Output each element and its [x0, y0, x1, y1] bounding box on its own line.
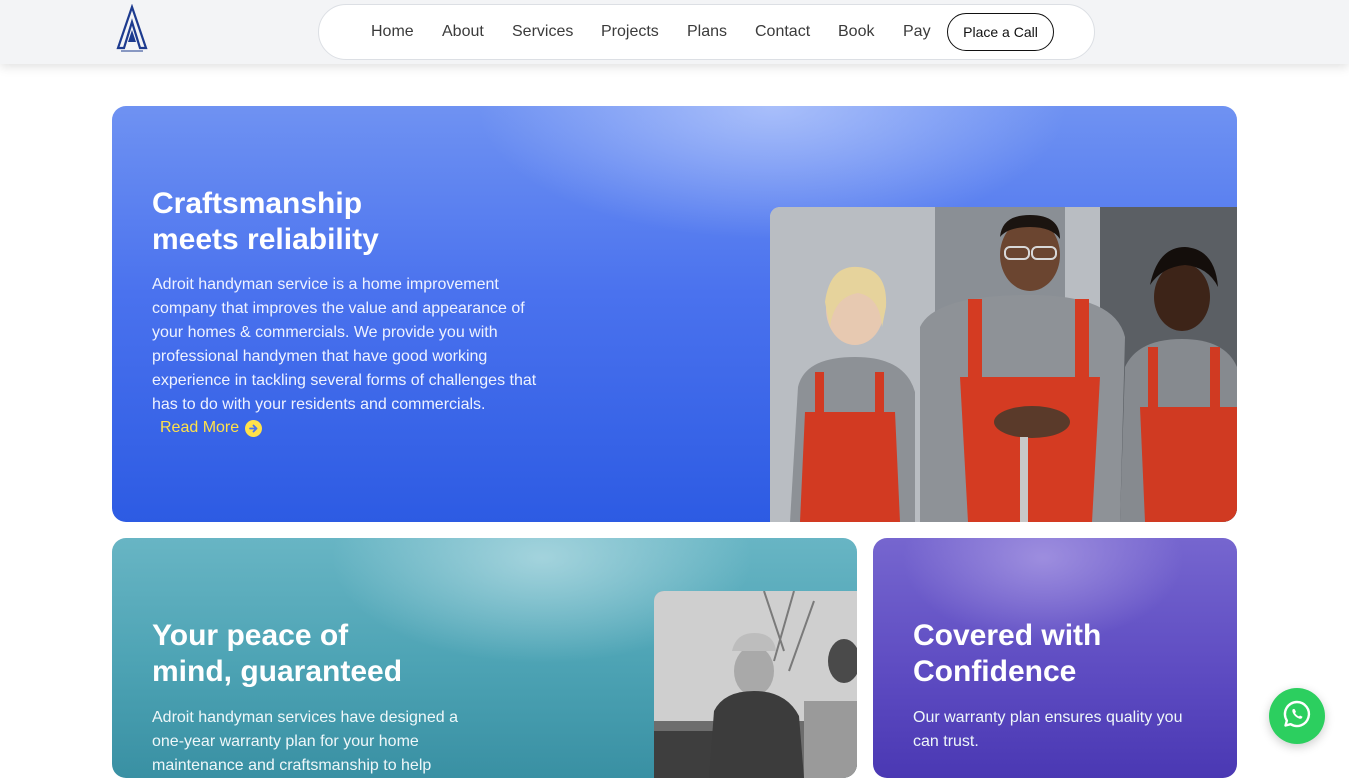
nav-services[interactable]: Services: [512, 23, 573, 41]
nav-pay[interactable]: Pay: [903, 23, 931, 41]
handymen-team-photo: [770, 207, 1237, 522]
nav-contact[interactable]: Contact: [755, 23, 810, 41]
warranty-title-line1: Your peace of: [152, 619, 349, 652]
nav-home[interactable]: Home: [371, 23, 414, 41]
covered-title-line1: Covered with: [913, 619, 1102, 652]
nav-about[interactable]: About: [442, 23, 484, 41]
hero-title-line1: Craftsmanship: [152, 187, 363, 220]
warranty-card: Your peace of mind, guaranteed Adroit ha…: [112, 538, 857, 778]
read-more-link[interactable]: Read More: [160, 419, 263, 437]
covered-title: Covered with Confidence: [913, 618, 1213, 690]
worker-photo: [654, 591, 857, 778]
hero-title-line2: meets reliability: [152, 223, 379, 256]
read-more-label: Read More: [160, 419, 240, 436]
hero-title: Craftsmanship meets reliability: [152, 186, 472, 258]
main-nav: Home About Services Projects Plans Conta…: [318, 4, 1095, 60]
nav-projects[interactable]: Projects: [601, 23, 659, 41]
covered-description: Our warranty plan ensures quality you ca…: [913, 709, 1183, 750]
nav-plans[interactable]: Plans: [687, 23, 727, 41]
covered-card: Covered with Confidence Our warranty pla…: [873, 538, 1237, 778]
covered-title-line2: Confidence: [913, 655, 1077, 688]
place-call-button[interactable]: Place a Call: [947, 13, 1054, 51]
warranty-title-line2: mind, guaranteed: [152, 655, 403, 688]
whatsapp-icon: [1282, 699, 1312, 734]
whatsapp-button[interactable]: [1269, 688, 1325, 744]
warranty-description: Adroit handyman services have designed a…: [152, 709, 458, 774]
warranty-title: Your peace of mind, guaranteed: [152, 618, 452, 690]
site-header: Home About Services Projects Plans Conta…: [0, 0, 1349, 64]
hero-description: Adroit handyman service is a home improv…: [152, 276, 537, 413]
adroit-logo[interactable]: [113, 3, 151, 56]
hero-card: Craftsmanship meets reliability Adroit h…: [112, 106, 1237, 522]
nav-book[interactable]: Book: [838, 23, 874, 41]
arrow-right-circle-icon: [245, 419, 263, 437]
